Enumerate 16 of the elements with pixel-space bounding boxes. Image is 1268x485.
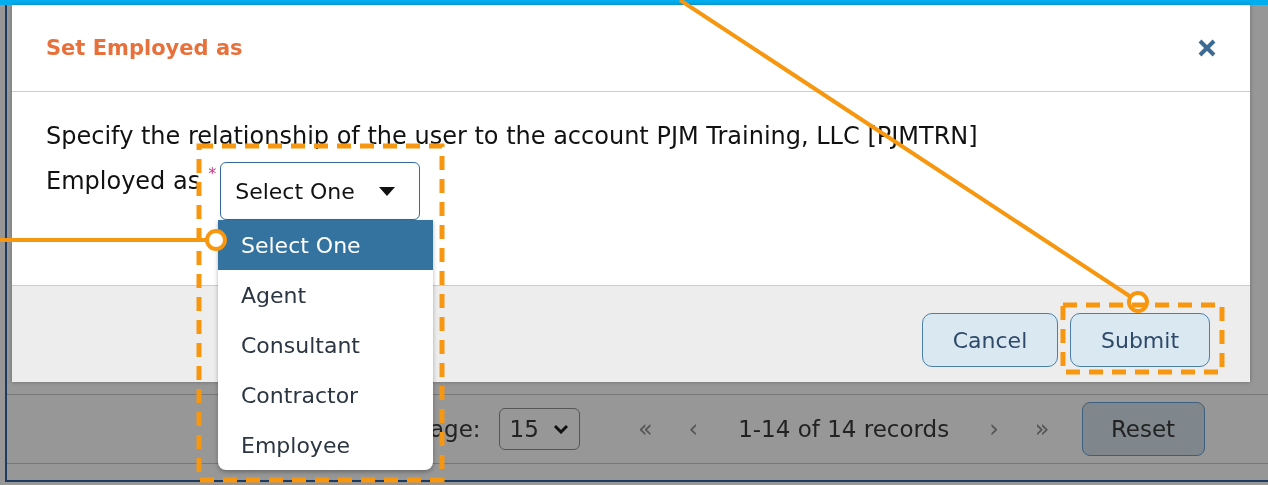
dropdown-option[interactable]: Contractor	[218, 370, 433, 420]
dropdown-option[interactable]: Consultant	[218, 320, 433, 370]
record-range: 1-14 of 14 records	[738, 416, 950, 442]
employed-as-select[interactable]: Select One	[220, 162, 421, 220]
reset-button[interactable]: Reset	[1081, 402, 1205, 456]
caret-icon	[378, 186, 395, 196]
cancel-button[interactable]: Cancel	[922, 313, 1058, 367]
chevron-down-icon	[552, 424, 569, 434]
close-icon[interactable]	[1198, 39, 1216, 57]
required-marker: *	[208, 164, 217, 183]
dropdown-option[interactable]: Employee	[218, 420, 433, 470]
submit-button[interactable]: Submit	[1070, 313, 1210, 367]
dropdown-option[interactable]: Select One	[218, 220, 433, 270]
page-size-select[interactable]: 15	[498, 408, 580, 450]
dialog-title: Set Employed as	[46, 36, 243, 60]
dropdown-option[interactable]: Agent	[218, 270, 433, 320]
